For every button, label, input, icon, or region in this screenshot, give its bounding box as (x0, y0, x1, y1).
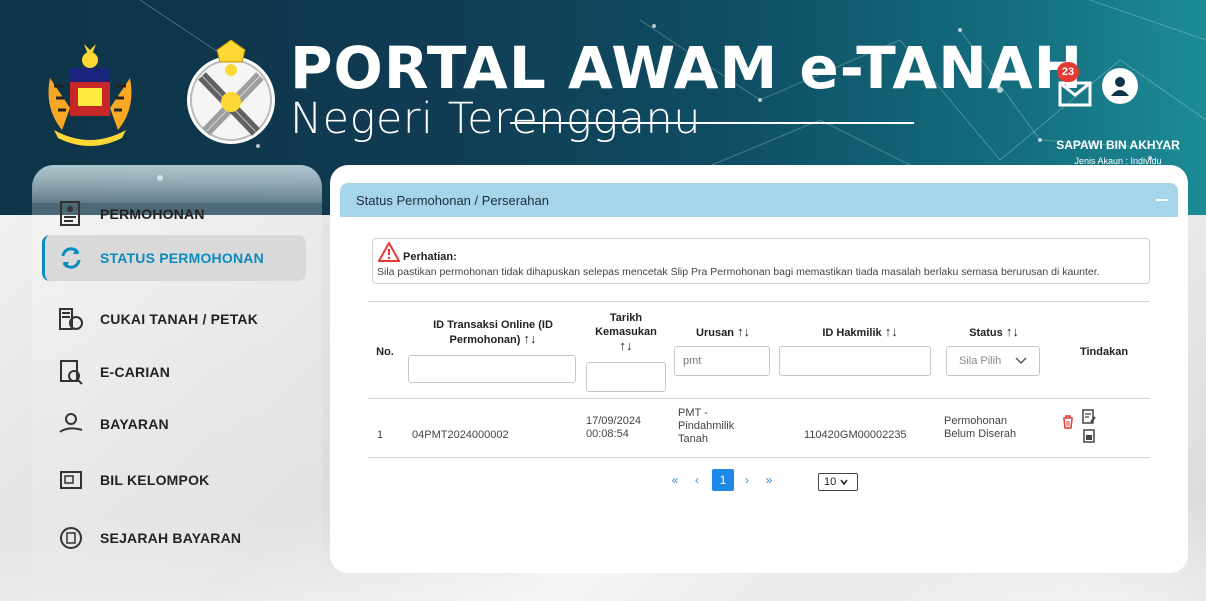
cell-line: Permohonan (944, 415, 1007, 427)
sidebar-item-e-carian[interactable]: E-CARIAN (44, 349, 306, 395)
page-last-button[interactable]: » (758, 469, 780, 491)
sidebar-item-status-permohonan[interactable]: STATUS PERMOHONAN (42, 235, 306, 281)
sidebar-item-label: BIL KELOMPOK (100, 472, 210, 488)
header-text: ID Hakmilik (822, 327, 882, 339)
sort-icon[interactable]: ↑↓ (1006, 324, 1019, 339)
table-top-border (368, 301, 1150, 302)
search-document-icon (56, 357, 86, 387)
header-line: Tarikh (609, 312, 643, 324)
page-next-button[interactable]: › (736, 469, 758, 491)
payment-history-icon (56, 523, 86, 553)
cell-line: PMT - (678, 407, 708, 419)
cell-urusan: PMT - Pindahmilik Tanah (678, 407, 734, 446)
page-size-select[interactable]: 10 (818, 473, 858, 491)
cell-id-hakmilik: 110420GM00002235 (804, 429, 907, 441)
sidebar: PERMOHONAN STATUS PERMOHONAN CUKAI TANAH… (32, 165, 322, 579)
tarikh-filter-input[interactable] (586, 362, 666, 392)
portal-subtitle: Negeri Terengganu (290, 94, 701, 144)
column-header-tindakan: Tindakan (1079, 346, 1129, 358)
header-text: Urusan (696, 327, 734, 339)
sidebar-item-sejarah-bayaran[interactable]: SEJARAH BAYARAN (44, 515, 306, 561)
sidebar-item-label: SEJARAH BAYARAN (100, 530, 242, 546)
cell-line: Belum Diserah (944, 428, 1017, 440)
cell-status: Permohonan Belum Diserah (944, 415, 1016, 441)
notification-badge: 23 (1057, 62, 1079, 82)
table-row-border (368, 457, 1150, 458)
sort-icon[interactable]: ↑↓ (523, 331, 536, 346)
cell-line: Tanah (678, 433, 708, 445)
page-first-button[interactable]: « (664, 469, 686, 491)
payment-hand-icon (56, 409, 86, 439)
status-panel: Status Permohonan / Perserahan Perhatian… (330, 165, 1188, 573)
malaysia-coat-of-arms-logo (48, 44, 132, 146)
id-hakmilik-filter-input[interactable] (779, 346, 931, 376)
alert-text: Sila pastikan permohonan tidak dihapuska… (377, 266, 1100, 278)
bulk-bill-icon (56, 465, 86, 495)
header-line: Kemasukan (595, 326, 657, 338)
print-slip-icon[interactable] (1083, 429, 1095, 443)
sort-icon[interactable]: ↑↓ (885, 324, 898, 339)
cell-tarikh: 17/09/2024 00:08:54 (586, 415, 641, 441)
table-header-border (368, 398, 1150, 399)
refresh-icon (56, 243, 86, 273)
header-text: Permohonan) (449, 334, 521, 346)
panel-header: Status Permohonan / Perserahan (340, 183, 1178, 217)
user-avatar-icon[interactable] (1102, 68, 1138, 104)
application-form-icon (56, 199, 86, 229)
page-prev-button[interactable]: ‹ (686, 469, 708, 491)
column-header-tarikh[interactable]: Tarikh Kemasukan ↑↓ (584, 311, 668, 353)
cell-no: 1 (377, 429, 384, 441)
page-current-button[interactable]: 1 (712, 469, 734, 491)
cell-id-transaksi: 04PMT2024000002 (412, 429, 509, 441)
sidebar-item-bil-kelompok[interactable]: BIL KELOMPOK (44, 457, 306, 503)
page-size-value: 10 (824, 476, 837, 488)
collapse-button[interactable] (1156, 199, 1168, 201)
cell-line: Pindahmilik (678, 420, 735, 432)
sidebar-item-label: PERMOHONAN (100, 206, 205, 222)
id-transaksi-filter-input[interactable] (408, 355, 576, 383)
sidebar-item-permohonan[interactable]: PERMOHONAN (44, 191, 306, 237)
sidebar-item-cukai-tanah[interactable]: CUKAI TANAH / PETAK (44, 296, 306, 342)
sidebar-item-label: BAYARAN (100, 416, 169, 432)
select-value: Sila Pilih (959, 355, 1002, 367)
sidebar-item-label: CUKAI TANAH / PETAK (100, 311, 259, 327)
chevron-down-icon (840, 479, 848, 485)
column-header-urusan[interactable]: Urusan ↑↓ (674, 325, 772, 340)
land-tax-icon (56, 304, 86, 334)
sort-icon[interactable]: ↑↓ (584, 339, 668, 353)
header-line: ID Transaksi Online (ID (433, 319, 553, 331)
column-header-no: No. (376, 346, 394, 358)
sidebar-item-label: E-CARIAN (100, 364, 171, 380)
portal-title: PORTAL AWAM e-TANAH (290, 34, 1084, 102)
status-filter-select[interactable]: Sila Pilih (946, 346, 1040, 376)
cell-line: 17/09/2024 (586, 415, 642, 427)
user-name[interactable]: SAPAWI BIN AKHYAR (1030, 138, 1206, 152)
cell-line: 00:08:54 (586, 428, 629, 440)
attention-alert: Perhatian: Sila pastikan permohonan tida… (372, 238, 1150, 284)
urusan-filter-input[interactable] (674, 346, 770, 376)
panel-title: Status Permohonan / Perserahan (356, 193, 549, 208)
warning-icon (378, 242, 400, 262)
column-header-status[interactable]: Status ↑↓ (940, 325, 1048, 340)
title-underline (510, 122, 914, 124)
column-header-id-transaksi[interactable]: ID Transaksi Online (ID Permohonan) ↑↓ (408, 318, 578, 347)
terengganu-state-crest-logo (187, 40, 275, 144)
chevron-down-icon (1015, 357, 1027, 365)
sidebar-item-bayaran[interactable]: BAYARAN (44, 401, 306, 447)
header-line-2: Permohonan) ↑↓ (408, 332, 578, 347)
edit-document-icon[interactable] (1082, 409, 1096, 425)
header-text: Status (969, 327, 1003, 339)
delete-icon[interactable] (1062, 415, 1074, 429)
sidebar-item-label: STATUS PERMOHONAN (100, 250, 264, 266)
sort-icon[interactable]: ↑↓ (737, 324, 750, 339)
column-header-id-hakmilik[interactable]: ID Hakmilik ↑↓ (780, 325, 940, 340)
alert-title: Perhatian: (403, 251, 457, 263)
